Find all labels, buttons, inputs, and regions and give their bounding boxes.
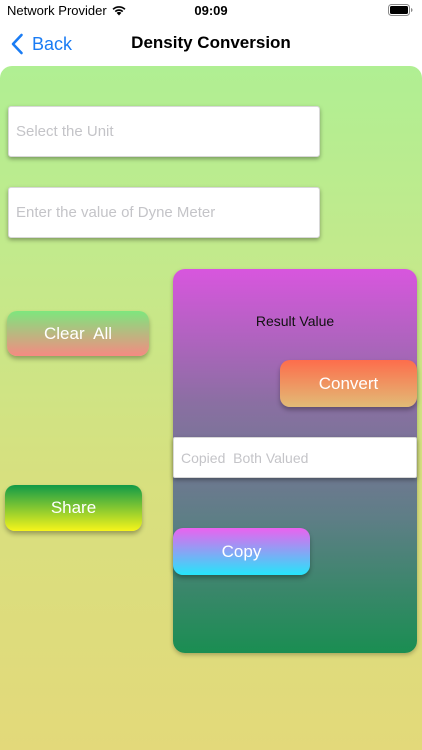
result-value-label: Result Value [255, 313, 335, 329]
navigation-bar: Back Density Conversion [0, 22, 422, 66]
copy-button[interactable]: Copy [173, 528, 310, 575]
main-content: Clear All Result Value Convert Share Cop… [0, 66, 422, 750]
convert-label: Convert [318, 373, 379, 393]
value-input[interactable] [9, 188, 319, 237]
clock: 09:09 [194, 3, 228, 18]
copy-label: Copy [221, 541, 262, 561]
status-bar: Network Provider 09:09 [0, 0, 422, 22]
convert-button[interactable]: Convert [280, 360, 417, 407]
unit-select-field[interactable] [8, 106, 320, 157]
share-button[interactable]: Share [5, 485, 142, 531]
copied-result-field[interactable] [173, 437, 417, 478]
clear-all-button[interactable]: Clear All [7, 311, 149, 356]
share-label: Share [50, 498, 97, 517]
battery-icon [388, 4, 413, 16]
copied-result-input[interactable] [174, 438, 416, 477]
unit-select-input[interactable] [9, 107, 319, 156]
clear-all-label: Clear All [43, 323, 113, 343]
value-input-field[interactable] [8, 187, 320, 238]
page-title: Density Conversion [131, 33, 291, 52]
